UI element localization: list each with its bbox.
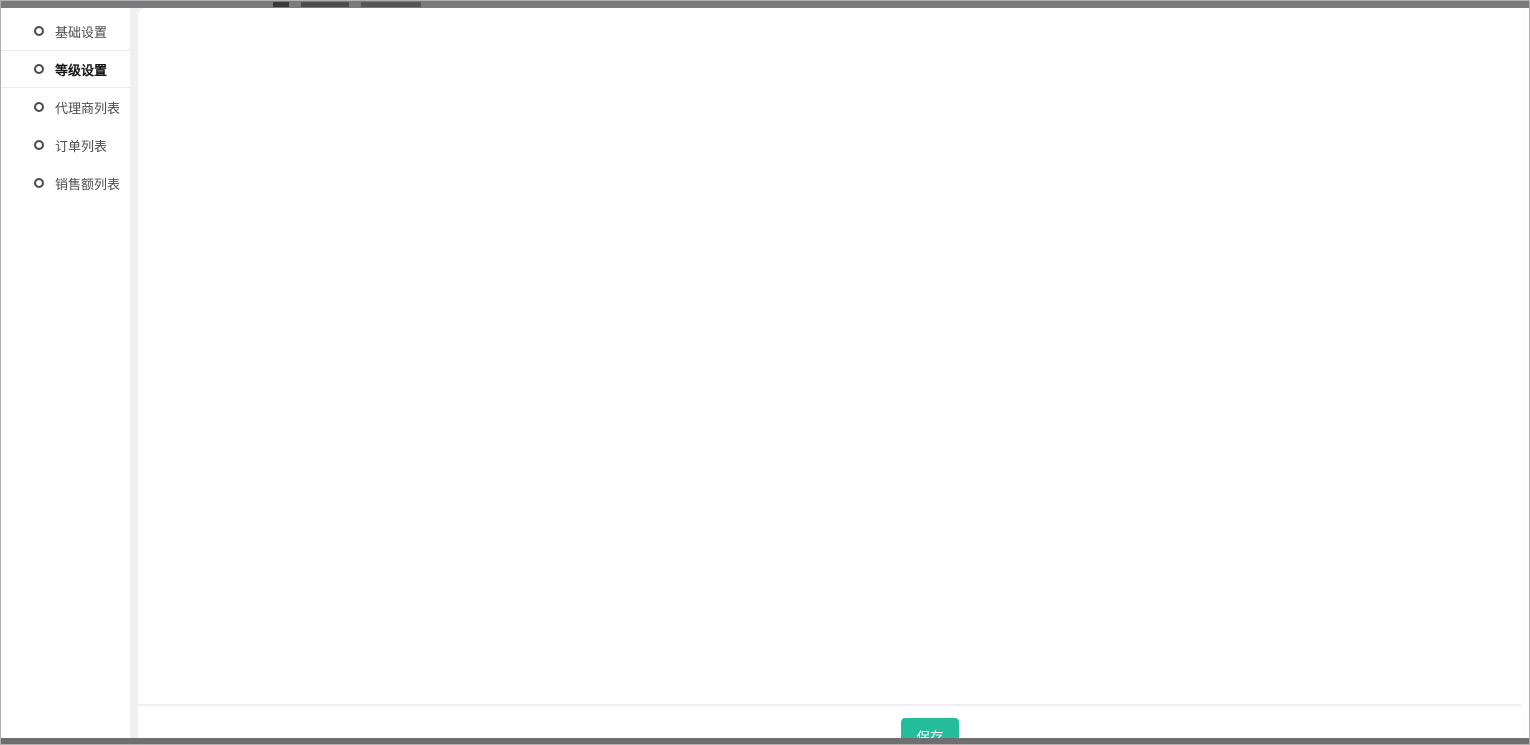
sidebar-item-label: 等级设置 <box>55 60 107 79</box>
sidebar: 基础设置 等级设置 代理商列表 订单列表 销售额列表 <box>1 8 130 738</box>
sidebar-item-level-settings[interactable]: 等级设置 <box>1 50 130 88</box>
footer-bar: 保存 <box>138 706 1524 738</box>
circle-icon <box>34 102 44 112</box>
top-strip-mark <box>361 2 421 7</box>
bottom-window-strip <box>1 738 1529 744</box>
right-edge-gap <box>1522 8 1529 738</box>
sidebar-item-agent-list[interactable]: 代理商列表 <box>1 88 130 126</box>
sidebar-item-label: 订单列表 <box>55 136 107 155</box>
circle-icon <box>34 178 44 188</box>
form-panel <box>138 8 1524 704</box>
sidebar-item-label: 基础设置 <box>55 22 107 41</box>
top-strip-mark <box>273 2 289 7</box>
circle-icon <box>34 140 44 150</box>
level-settings-page: 基础设置 等级设置 代理商列表 订单列表 销售额列表 一级客户人数满 人 自购订… <box>0 0 1530 745</box>
sidebar-item-label: 销售额列表 <box>55 174 120 193</box>
sidebar-item-sales-list[interactable]: 销售额列表 <box>1 164 130 202</box>
circle-icon <box>34 26 44 36</box>
top-window-strip <box>1 1 1529 8</box>
circle-icon <box>34 64 44 74</box>
sidebar-item-label: 代理商列表 <box>55 98 120 117</box>
top-strip-mark <box>301 2 349 7</box>
sidebar-item-order-list[interactable]: 订单列表 <box>1 126 130 164</box>
sidebar-item-basic-settings[interactable]: 基础设置 <box>1 12 130 50</box>
